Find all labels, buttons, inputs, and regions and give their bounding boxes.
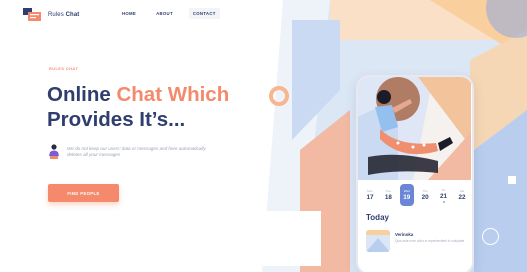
brand-logo[interactable]: Rules Chat (22, 7, 79, 22)
today-heading: Today (366, 213, 389, 222)
nav-contact[interactable]: CONTACT (188, 8, 220, 19)
chat-thumbnail-icon (366, 230, 390, 252)
brand-name: Rules Chat (48, 11, 80, 18)
hero-headline: Online Chat Which Provides It’s... (47, 83, 230, 131)
privacy-note: We do not keep our users' data or messag… (48, 143, 217, 160)
nav-home[interactable]: HOME (118, 8, 140, 19)
day-wed-selected[interactable]: Wed 19 (399, 184, 414, 206)
chat-item-title: Verinoka (395, 232, 414, 237)
phone-mockup: Mon 17 Tue 18 Wed 19 Thu 20 Fri 21 Sat 22 Toda… (356, 75, 474, 272)
day-mon[interactable]: Mon 17 (363, 184, 377, 206)
person-avatar-icon (49, 144, 59, 159)
chat-item-body: Verinoka Quis aute irure dolor in repreh… (395, 230, 465, 252)
privacy-note-text: We do not keep our users' data or messag… (67, 146, 206, 158)
date-picker: Mon 17 Tue 18 Wed 19 Thu 20 Fri 21 Sat 22 (363, 184, 469, 206)
nav-about[interactable]: ABOUT (152, 8, 177, 19)
phone-illustration (358, 77, 471, 180)
event-dot (442, 200, 445, 203)
find-people-button[interactable]: FIND PEOPLE (48, 184, 119, 202)
day-tue[interactable]: Tue 18 (381, 184, 395, 206)
chat-item-text: Quis aute irure dolor in reprehenderit i… (395, 239, 465, 243)
chat-list-item[interactable]: Verinoka Quis aute irure dolor in repreh… (366, 230, 470, 252)
landing-page: Rules Chat HOME ABOUT CONTACT RULES CHAT… (0, 0, 527, 272)
day-sat[interactable]: Sat 22 (455, 184, 469, 206)
day-thu[interactable]: Thu 20 (418, 184, 432, 206)
floating-circle-button[interactable] (482, 228, 499, 245)
hero-eyebrow: RULES CHAT (49, 67, 79, 71)
day-fri[interactable]: Fri 21 (437, 184, 451, 206)
main-nav: HOME ABOUT CONTACT (118, 8, 220, 19)
chat-thumbnail (366, 230, 390, 252)
flag-chat-logo-icon (23, 8, 41, 21)
